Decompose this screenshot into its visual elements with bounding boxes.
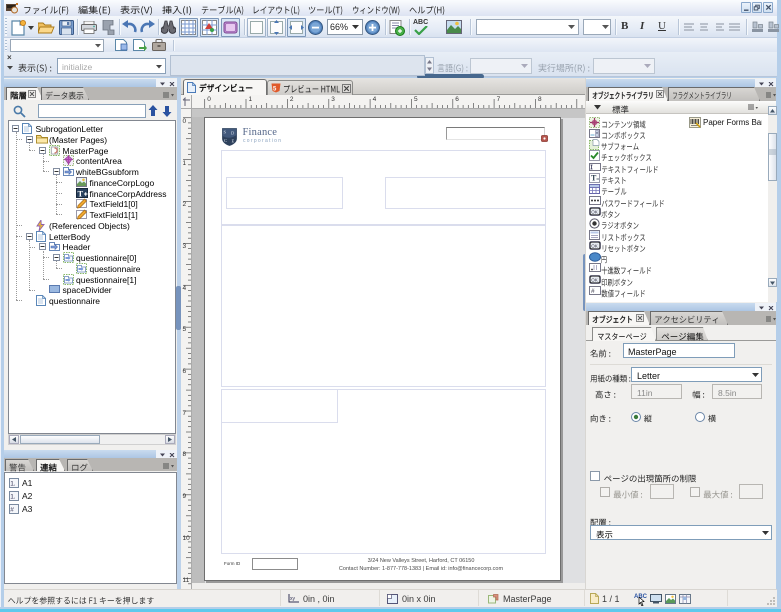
- svg-text:1.: 1.: [10, 494, 16, 501]
- svg-text:1.: 1.: [10, 481, 16, 488]
- svg-text:xy: xy: [290, 596, 296, 602]
- svg-text:#: #: [10, 507, 14, 514]
- svg-text:#: #: [591, 288, 595, 295]
- svg-text:T: T: [78, 188, 84, 198]
- svg-text:OK: OK: [591, 243, 598, 248]
- svg-text:E: E: [232, 139, 235, 144]
- svg-text:T: T: [591, 174, 597, 183]
- svg-text:C: C: [224, 138, 227, 143]
- svg-text:OK: OK: [591, 277, 598, 282]
- svg-text:OK: OK: [591, 209, 598, 214]
